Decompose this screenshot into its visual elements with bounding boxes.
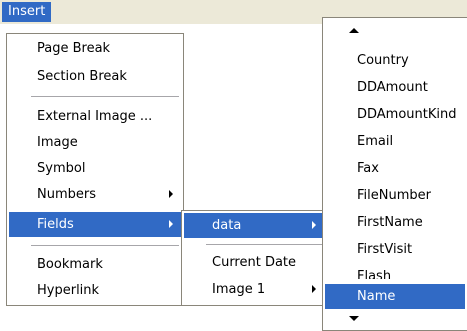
scroll-down-button[interactable] [323, 310, 467, 328]
image-1-item-label: Image 1 [212, 282, 266, 297]
ddamountkind-item[interactable]: DDAmountKind [325, 102, 465, 127]
scroll-up-button[interactable] [323, 22, 467, 40]
submenu-arrow-icon [169, 220, 173, 228]
ddamount-item[interactable]: DDAmount [325, 75, 465, 100]
menu-separator [31, 245, 179, 246]
name-item[interactable]: Name [325, 284, 465, 309]
data-item[interactable]: data [184, 213, 324, 238]
flash-item[interactable]: Flash [325, 264, 465, 279]
data-item-label: data [212, 218, 242, 233]
numbers-item[interactable]: Numbers [9, 182, 181, 207]
menu-separator [206, 244, 322, 245]
bookmark-item[interactable]: Bookmark [9, 252, 181, 277]
insert-menu: Page Break Section Break External Image … [6, 33, 184, 281]
image-item[interactable]: Image [9, 130, 181, 155]
country-item[interactable]: Country [325, 48, 465, 73]
insert-menu-button[interactable]: Insert [2, 2, 52, 22]
hyperlink-item[interactable]: Hyperlink [9, 278, 181, 303]
scroll-up-icon [349, 28, 359, 33]
fields-item-label: Fields [37, 217, 74, 232]
submenu-arrow-icon [169, 190, 173, 198]
data-submenu: Country DDAmount DDAmountKind Email Fax … [322, 17, 467, 331]
image-1-item[interactable]: Image 1 [184, 277, 324, 302]
filenumber-item[interactable]: FileNumber [325, 183, 465, 208]
current-date-item[interactable]: Current Date [184, 250, 324, 275]
fields-item[interactable]: Fields [9, 212, 181, 237]
insert-menu-bottom: Hyperlink [6, 280, 184, 306]
numbers-item-label: Numbers [37, 187, 96, 202]
submenu-arrow-icon [312, 285, 316, 293]
fields-submenu: data Current Date Image 1 [181, 210, 327, 306]
submenu-arrow-icon [312, 221, 316, 229]
firstvisit-item[interactable]: FirstVisit [325, 237, 465, 262]
firstname-item[interactable]: FirstName [325, 210, 465, 235]
section-break-item[interactable]: Section Break [9, 64, 181, 89]
fax-item[interactable]: Fax [325, 156, 465, 181]
symbol-item[interactable]: Symbol [9, 156, 181, 181]
external-image-item[interactable]: External Image ... [9, 104, 181, 129]
email-item[interactable]: Email [325, 129, 465, 154]
menu-separator [31, 96, 179, 97]
page-break-item[interactable]: Page Break [9, 36, 181, 61]
scroll-down-icon [349, 316, 359, 321]
